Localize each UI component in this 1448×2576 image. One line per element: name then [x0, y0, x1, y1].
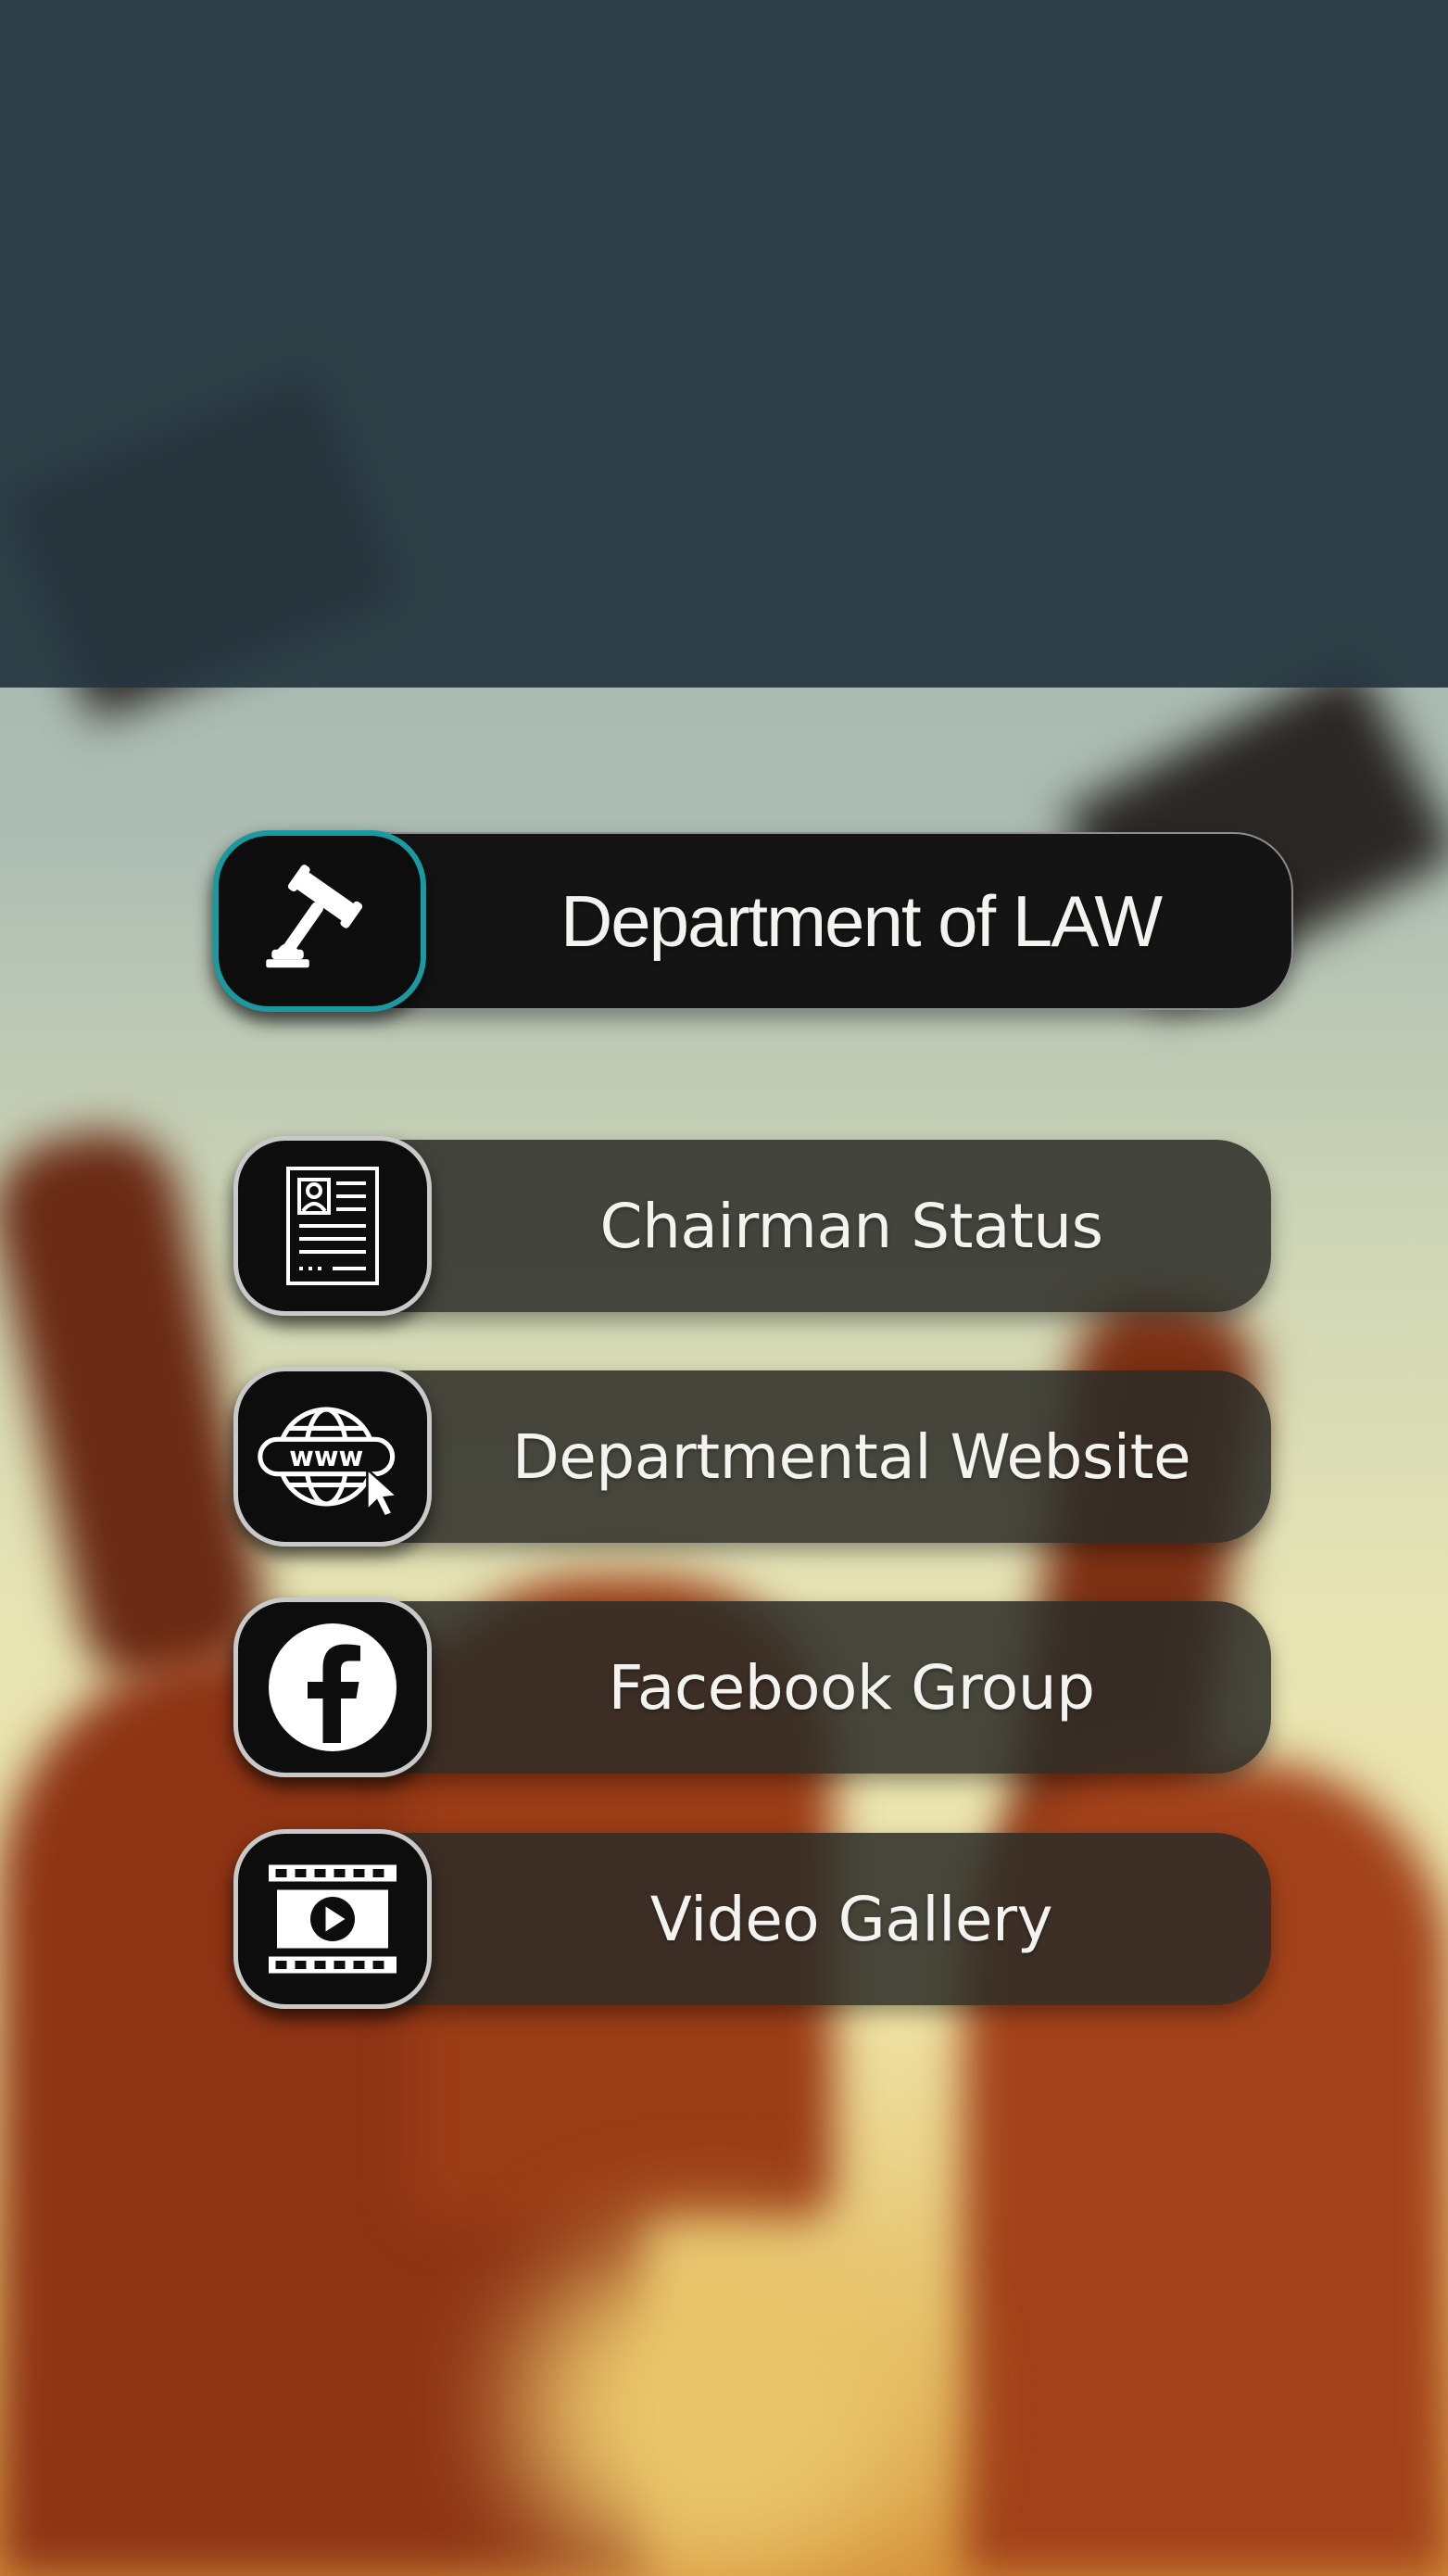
- facebook-group-icon-box: [233, 1597, 432, 1777]
- video-gallery-label: Video Gallery: [649, 1883, 1053, 1955]
- departmental-website-icon-box: www: [233, 1367, 432, 1547]
- video-play-icon: [269, 1864, 397, 1974]
- sunlight-glow: [519, 2242, 908, 2576]
- department-title-button[interactable]: Department of LAW: [213, 830, 1293, 1012]
- departmental-website-button[interactable]: www Departmental Website: [233, 1367, 1271, 1547]
- gavel-icon: [266, 865, 363, 968]
- page-title: Department of LAW: [560, 879, 1163, 962]
- video-gallery-button[interactable]: Video Gallery: [233, 1829, 1271, 2009]
- chairman-status-icon-box: [233, 1136, 432, 1316]
- title-icon-box: [213, 830, 426, 1012]
- chairman-status-button[interactable]: Chairman Status: [233, 1136, 1271, 1316]
- facebook-group-label: Facebook Group: [608, 1651, 1095, 1724]
- facebook-group-button[interactable]: Facebook Group: [233, 1597, 1271, 1777]
- facebook-icon: [269, 1623, 397, 1751]
- svg-text:www: www: [289, 1441, 363, 1472]
- profile-document-icon: [286, 1167, 379, 1285]
- video-gallery-icon-box: [233, 1829, 432, 2009]
- departmental-website-label: Departmental Website: [511, 1421, 1191, 1493]
- header-overlay: [0, 0, 1448, 688]
- www-globe-icon: www: [258, 1407, 400, 1519]
- chairman-status-label: Chairman Status: [599, 1190, 1103, 1262]
